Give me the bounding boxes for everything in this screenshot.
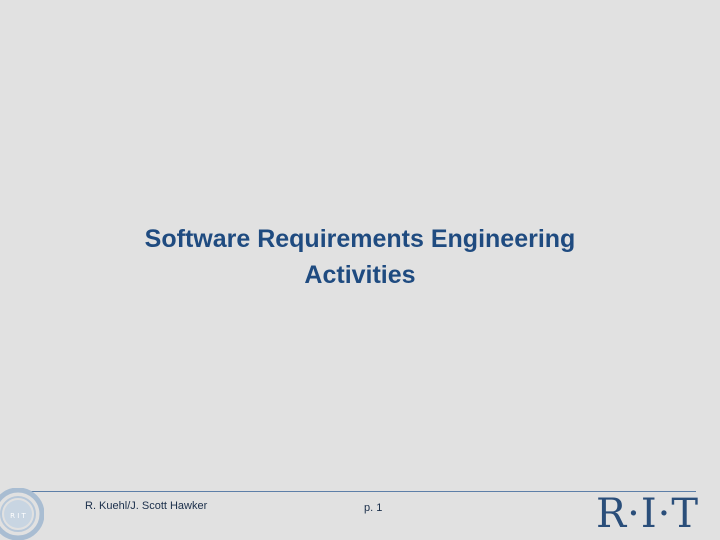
title-line-2: Activities <box>304 261 416 289</box>
slide: Software Requirements Engineering Activi… <box>0 0 720 540</box>
rit-seal-icon: R I T <box>0 488 44 540</box>
seal-text: R I T <box>10 512 26 520</box>
rit-logo: R·I·T <box>596 491 700 537</box>
slide-title: Software Requirements Engineering Activi… <box>60 221 660 293</box>
page-number: p. 1 <box>364 502 383 514</box>
title-line-1: Software Requirements Engineering <box>144 225 576 253</box>
footer-author: R. Kuehl/J. Scott Hawker <box>85 500 208 512</box>
